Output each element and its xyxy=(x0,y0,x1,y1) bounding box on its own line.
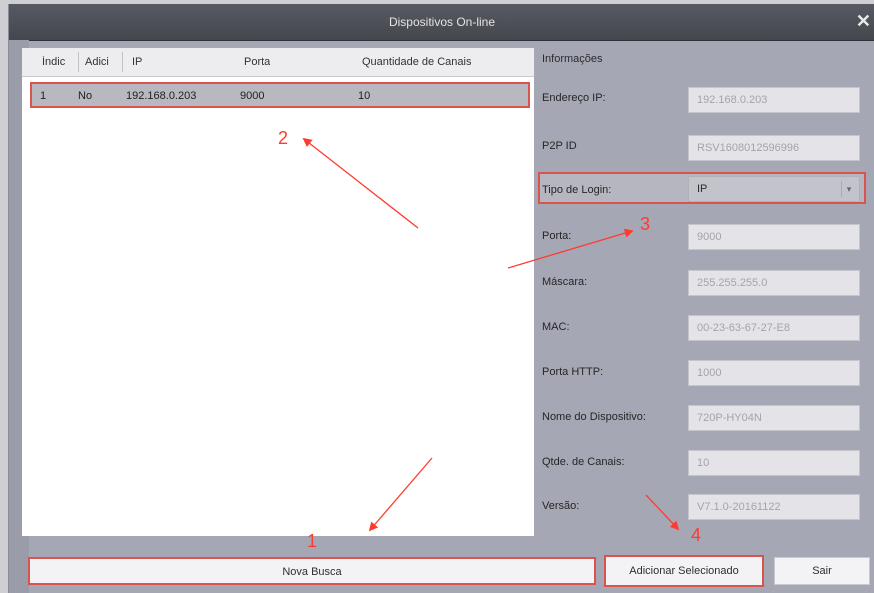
login-type-select[interactable]: IP ▾ xyxy=(688,176,860,202)
http-port-field[interactable]: 1000 xyxy=(688,360,860,386)
port-field[interactable]: 9000 xyxy=(688,224,860,250)
ip-address-field[interactable]: 192.168.0.203 xyxy=(688,87,860,113)
channel-count-field[interactable]: 10 xyxy=(688,450,860,476)
device-name-label: Nome do Dispositivo: xyxy=(542,411,646,423)
annotation-3: 3 xyxy=(640,214,651,234)
row-channels: 10 xyxy=(358,90,371,102)
column-header-ip[interactable]: IP xyxy=(132,56,142,68)
ip-address-label: Endereço IP: xyxy=(542,92,606,104)
table-header: Índic Adici IP Porta Quantidade de Canai… xyxy=(22,48,534,77)
port-label: Porta: xyxy=(542,230,572,242)
column-header-channels[interactable]: Quantidade de Canais xyxy=(362,56,471,68)
chevron-down-icon[interactable]: ▾ xyxy=(841,181,856,197)
row-ip: 192.168.0.203 xyxy=(126,90,197,102)
info-section-title: Informações xyxy=(542,53,603,65)
annotation-4: 4 xyxy=(691,525,702,545)
table-row[interactable]: 1 No 192.168.0.203 9000 10 xyxy=(30,82,530,108)
title-bar[interactable]: Dispositivos On-line ✕ xyxy=(9,4,874,41)
window-title: Dispositivos On-line xyxy=(388,15,496,29)
exit-button[interactable]: Sair xyxy=(774,557,870,585)
p2p-id-field[interactable]: RSV1608012596996 xyxy=(688,135,860,161)
add-selected-button[interactable]: Adicionar Selecionado xyxy=(604,555,764,587)
new-search-button[interactable]: Nova Busca xyxy=(28,557,596,585)
device-name-field[interactable]: 720P-HY04N xyxy=(688,405,860,431)
mac-label: MAC: xyxy=(542,321,570,333)
annotation-1: 1 xyxy=(307,531,318,551)
close-icon[interactable]: ✕ xyxy=(856,12,871,30)
channel-count-label: Qtde. de Canais: xyxy=(542,456,625,468)
mask-field[interactable]: 255.255.255.0 xyxy=(688,270,860,296)
login-type-value: IP xyxy=(697,183,708,195)
row-added: No xyxy=(78,90,93,102)
row-index: 1 xyxy=(40,90,47,102)
p2p-id-label: P2P ID xyxy=(542,140,577,152)
column-header-added[interactable]: Adici xyxy=(85,56,119,68)
column-header-index[interactable]: Índic xyxy=(42,56,76,68)
device-list-table: Índic Adici IP Porta Quantidade de Canai… xyxy=(22,48,534,536)
login-type-label: Tipo de Login: xyxy=(542,184,612,196)
version-field[interactable]: V7.1.0-20161122 xyxy=(688,494,860,520)
version-label: Versão: xyxy=(542,500,580,512)
mask-label: Máscara: xyxy=(542,276,588,288)
column-header-port[interactable]: Porta xyxy=(244,56,270,68)
annotation-2: 2 xyxy=(278,128,289,148)
http-port-label: Porta HTTP: xyxy=(542,366,604,378)
row-port: 9000 xyxy=(240,90,265,102)
mac-field[interactable]: 00-23-63-67-27-E8 xyxy=(688,315,860,341)
